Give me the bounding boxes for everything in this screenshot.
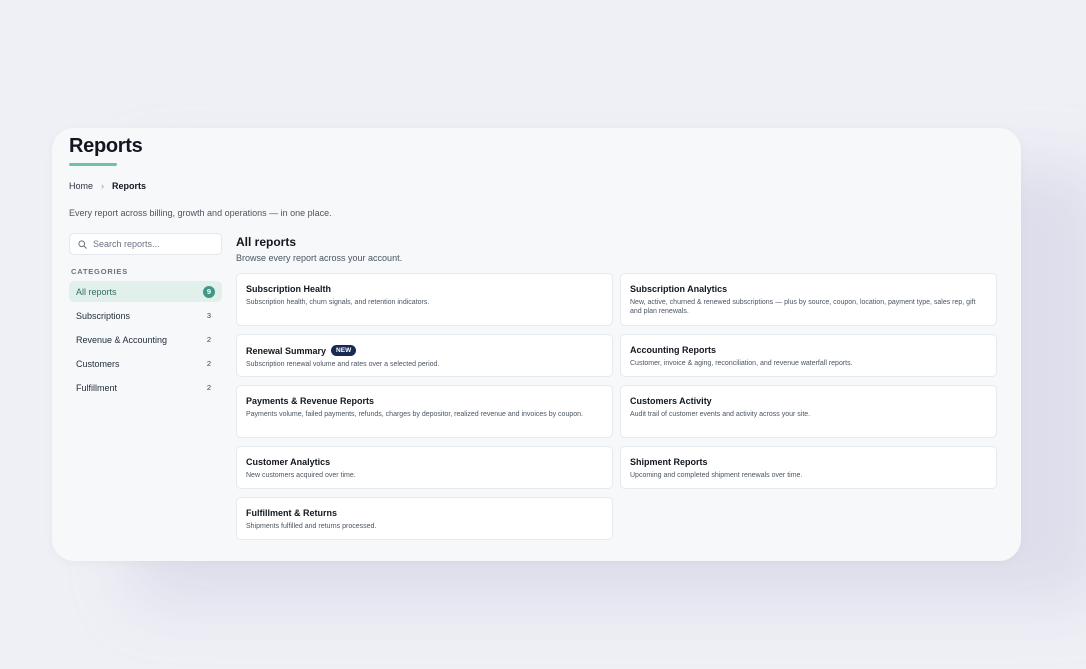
report-card-customer-analytics[interactable]: Customer Analytics New customers acquire… xyxy=(236,446,613,489)
search-input[interactable] xyxy=(93,239,218,249)
category-list: All reports 9 Subscriptions 3 Revenue & … xyxy=(69,281,222,401)
category-label: All reports xyxy=(76,286,117,297)
report-card-subscription-health[interactable]: Subscription Health Subscription health,… xyxy=(236,273,613,326)
category-label: Customers xyxy=(76,358,120,369)
page-title: Reports xyxy=(69,135,143,157)
report-card-description: New customers acquired over time. xyxy=(246,472,356,479)
section-title: All reports xyxy=(236,235,297,249)
report-card-title: Subscription Health xyxy=(246,284,332,294)
category-customers[interactable]: Customers 2 xyxy=(69,353,222,374)
category-all-reports[interactable]: All reports 9 xyxy=(69,281,222,302)
section-subtitle: Browse every report across your account. xyxy=(236,253,403,263)
category-count: 3 xyxy=(206,311,212,320)
category-count: 2 xyxy=(206,383,212,392)
category-label: Fulfillment xyxy=(76,382,118,393)
category-label: Subscriptions xyxy=(76,310,131,321)
categories-heading: CATEGORIES xyxy=(71,267,129,276)
chevron-right-icon: › xyxy=(101,181,105,191)
breadcrumb: Home › Reports xyxy=(69,181,146,191)
search-icon xyxy=(78,239,87,249)
report-card-customers-activity[interactable]: Customers Activity Audit trail of custom… xyxy=(620,385,997,438)
report-card-description: Payments volume, failed payments, refund… xyxy=(246,411,583,418)
reports-panel: Reports Home › Reports Every report acro… xyxy=(52,128,1021,561)
report-card-title-row: Renewal Summary NEW xyxy=(246,345,603,356)
category-fulfillment[interactable]: Fulfillment 2 xyxy=(69,377,222,398)
report-card-title: Renewal Summary xyxy=(246,345,327,356)
breadcrumb-home-link[interactable]: Home xyxy=(69,181,93,191)
report-card-title: Payments & Revenue Reports xyxy=(246,396,375,406)
breadcrumb-current: Reports xyxy=(112,181,147,191)
page-subtitle: Every report across billing, growth and … xyxy=(69,208,332,218)
report-card-description: Subscription renewal volume and rates ov… xyxy=(246,361,440,368)
category-count-badge: 9 xyxy=(203,285,215,298)
category-revenue-accounting[interactable]: Revenue & Accounting 2 xyxy=(69,329,222,350)
report-card-accounting-reports[interactable]: Accounting Reports Customer, invoice & a… xyxy=(620,334,997,377)
report-card-description: Customer, invoice & aging, reconciliatio… xyxy=(630,360,853,367)
report-card-description: Audit trail of customer events and activ… xyxy=(630,411,811,418)
report-card-title: Customer Analytics xyxy=(246,457,331,467)
report-card-description: Shipments fulfilled and returns processe… xyxy=(246,523,377,530)
search-box[interactable] xyxy=(69,233,222,255)
report-card-description: New, active, churned & renewed subscript… xyxy=(630,299,976,315)
report-card-payments-revenue[interactable]: Payments & Revenue Reports Payments volu… xyxy=(236,385,613,438)
report-card-renewal-summary[interactable]: Renewal Summary NEW Subscription renewal… xyxy=(236,334,613,377)
report-card-title: Subscription Analytics xyxy=(630,284,728,294)
category-subscriptions[interactable]: Subscriptions 3 xyxy=(69,305,222,326)
category-label: Revenue & Accounting xyxy=(76,334,168,345)
report-card-title: Shipment Reports xyxy=(630,457,708,467)
report-card-subscription-analytics[interactable]: Subscription Analytics New, active, chur… xyxy=(620,273,997,326)
report-card-title: Fulfillment & Returns xyxy=(246,508,338,518)
report-card-description: Upcoming and completed shipment renewals… xyxy=(630,472,803,479)
report-card-title: Accounting Reports xyxy=(630,345,717,355)
report-card-shipment-reports[interactable]: Shipment Reports Upcoming and completed … xyxy=(620,446,997,489)
report-card-title: Customers Activity xyxy=(630,396,712,406)
new-badge: NEW xyxy=(331,345,357,356)
title-underline xyxy=(69,163,117,166)
category-count: 2 xyxy=(206,335,212,344)
report-card-description: Subscription health, churn signals, and … xyxy=(246,299,430,306)
category-count: 2 xyxy=(206,359,212,368)
report-card-fulfillment-returns[interactable]: Fulfillment & Returns Shipments fulfille… xyxy=(236,497,613,540)
